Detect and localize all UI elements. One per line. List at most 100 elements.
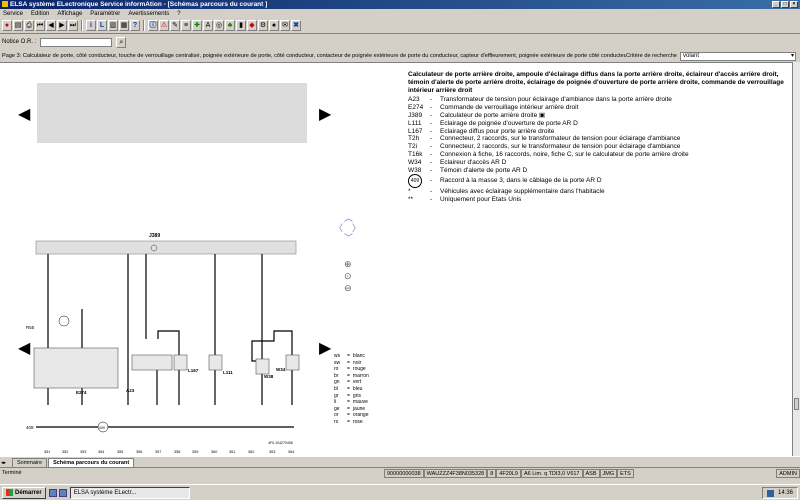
forward-icon[interactable]: ▶ (57, 20, 67, 31)
status-gearbox: JMG (599, 468, 618, 478)
zoom-reset-icon[interactable]: ⊙ (344, 271, 352, 282)
document-tabs: ◂▸ Sommaire Schéma parcours du courant (0, 456, 800, 467)
status-bar: Terminé 90000000038 WAUZZZ4F38N035328 8 … (0, 467, 800, 478)
info-icon[interactable]: i (86, 20, 96, 31)
zoom-out-icon[interactable]: ⊖ (344, 283, 352, 294)
menu-service[interactable]: Service (2, 11, 24, 17)
svg-text:355: 355 (117, 450, 123, 454)
x-icon[interactable]: ✖ (291, 20, 301, 31)
document-icon[interactable]: ▥ (108, 20, 118, 31)
tab-sommaire[interactable]: Sommaire (12, 458, 48, 467)
info-circle-icon[interactable]: ⓘ (148, 20, 158, 31)
tool-icon[interactable]: ✎ (170, 20, 180, 31)
pan-left-icon[interactable]: 〈 (334, 221, 343, 234)
close-button[interactable]: × (790, 1, 798, 8)
scrollbar-thumb[interactable] (794, 398, 799, 410)
tree-icon[interactable]: ♠ (269, 20, 279, 31)
next-page-icon[interactable]: ▶ (319, 107, 331, 123)
app-icon (2, 1, 8, 7)
next-page-icon-lower[interactable]: ▶ (319, 341, 331, 357)
legend-item: T2i - Connecteur, 2 raccords, sur le trans… (408, 143, 681, 151)
svg-text:354: 354 (98, 450, 104, 454)
back-icon[interactable]: ◀ (46, 20, 56, 31)
tab-schema[interactable]: Schéma parcours du courant (48, 458, 135, 467)
menu-avertissements[interactable]: Avertissements (127, 11, 170, 17)
pan-down-icon[interactable]: ﹀ (344, 231, 353, 244)
quick-launch (48, 488, 67, 497)
clock: 14:36 (777, 490, 793, 496)
menu-parametrer[interactable]: Paramétrer (89, 11, 121, 17)
vertical-scrollbar[interactable] (792, 62, 800, 456)
minimize-button[interactable]: _ (772, 1, 780, 8)
battery-icon[interactable]: ▮ (236, 20, 246, 31)
svg-text:359: 359 (192, 450, 198, 454)
note-icon[interactable]: ✉ (280, 20, 290, 31)
status-user: ADMIN (776, 468, 800, 478)
wiring-diagram: J389 R55 E274 A23 L167 L111 W38 W34 409 … (26, 233, 300, 454)
wires (36, 254, 294, 428)
svg-text:362: 362 (248, 450, 254, 454)
settings-icon[interactable]: ⚙ (258, 20, 268, 31)
warning-icon[interactable]: ⚠ (159, 20, 169, 31)
legend-item: L111- Eclairage de poignée d'ouverture de… (408, 119, 578, 127)
maximize-button[interactable]: □ (781, 1, 789, 8)
tab-scroll-arrows[interactable]: ◂▸ (1, 460, 6, 466)
diagram-ref: 4F0-104270406 (268, 441, 293, 445)
prev-page-icon[interactable]: ◀ (18, 107, 30, 123)
zoom-in-icon[interactable]: ⊕ (344, 259, 352, 270)
open-icon[interactable]: ▤ (13, 20, 23, 31)
menu-edition[interactable]: Edition (30, 11, 50, 17)
window-title: ELSA système ELectronique Service inform… (10, 1, 268, 8)
legend-item: E274- Commande de verrouillage intérieur … (408, 104, 579, 112)
taskbar-item-elsa[interactable]: ELSA système ELectr... (69, 486, 190, 499)
legend-item: J389- Calculateur de porte arrière droite… (408, 111, 546, 119)
status-field-3: 8 (487, 468, 497, 478)
last-page-icon[interactable]: ⏭ (68, 20, 78, 31)
toolbar: ● ▤ ⎙ ⏮ ◀ ▶ ⏭ i L ▥ ▦ ? ⓘ ⚠ ✎ ≡ ✚ A ◎ ♣ … (0, 18, 800, 34)
status-model-code: 4F20L9 (496, 468, 521, 478)
quick-launch-icon[interactable] (48, 488, 57, 497)
svg-text:357: 357 (155, 450, 161, 454)
camera-icon[interactable]: ▣ (539, 112, 545, 119)
e274-label: E274 (76, 390, 87, 395)
w38-label: W38 (264, 374, 274, 379)
r55-symbol (58, 315, 70, 327)
legend-title: Calculateur de porte arrière droite, amp… (408, 71, 784, 94)
first-page-icon[interactable]: ⏮ (35, 20, 45, 31)
menu-affichage[interactable]: Affichage (56, 11, 83, 17)
a23-block (131, 354, 173, 371)
menu-bar: Service Edition Affichage Paramétrer Ave… (0, 9, 800, 18)
l-icon[interactable]: L (97, 20, 107, 31)
e274-block (33, 347, 119, 389)
criteria-dropdown[interactable]: volant (680, 51, 796, 61)
wrench-icon[interactable]: ✚ (192, 20, 202, 31)
pan-right-icon[interactable]: 〉 (352, 221, 361, 234)
status-vin: WAUZZZ4F38N035328 (423, 468, 488, 478)
windows-taskbar: Démarrer ELSA système ELectr... 14:36 (0, 484, 800, 500)
calendar-icon[interactable]: ▦ (119, 20, 129, 31)
l167-label: L167 (188, 368, 199, 373)
leaf-icon[interactable]: ♣ (225, 20, 235, 31)
svg-text:352: 352 (62, 450, 68, 454)
start-button[interactable]: Démarrer (2, 486, 46, 499)
svg-text:364: 364 (288, 450, 294, 454)
service-icon[interactable]: ● (2, 20, 12, 31)
menu-help[interactable]: ? (176, 11, 181, 17)
a23-label: A23 (126, 388, 135, 393)
a-icon[interactable]: A (203, 20, 213, 31)
car-icon[interactable]: ◆ (247, 20, 257, 31)
globe-icon[interactable]: ◎ (214, 20, 224, 31)
quick-launch-icon[interactable] (58, 488, 67, 497)
legend-item: W38- Témoin d'alerte de porte AR D (408, 166, 528, 174)
notice-input[interactable] (40, 37, 113, 47)
help-icon[interactable]: ? (130, 20, 140, 31)
tray-icon[interactable] (766, 489, 774, 497)
window-titlebar[interactable]: ELSA système ELectronique Service inform… (0, 0, 800, 9)
ground-rail-label: 409 (26, 425, 34, 430)
status-order: 90000000038 (384, 468, 424, 478)
r55-label: R55 (26, 325, 35, 330)
search-notice-icon[interactable]: ⌕ (116, 36, 127, 48)
stack-icon[interactable]: ≡ (181, 20, 191, 31)
pan-control[interactable]: ︿ 〈 〉 ﹀ (334, 211, 362, 247)
print-icon[interactable]: ⎙ (24, 20, 34, 31)
